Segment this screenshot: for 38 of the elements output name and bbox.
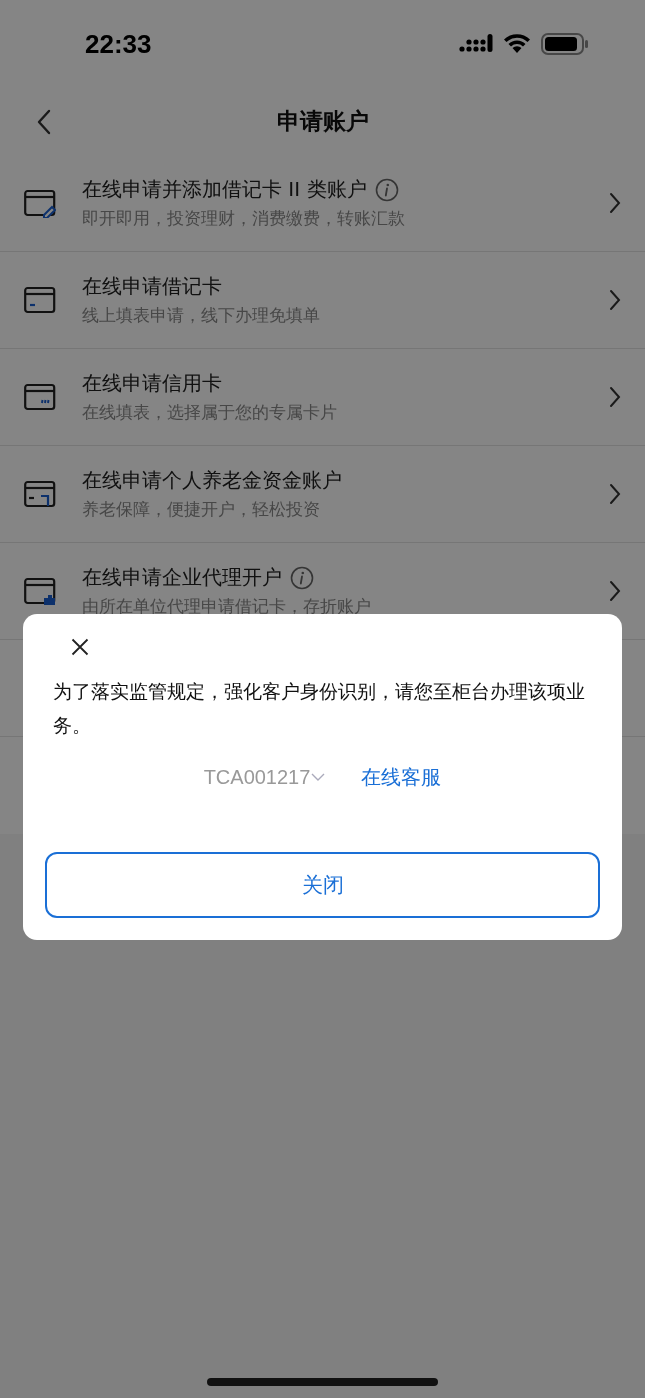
card-icon — [24, 382, 56, 412]
account-option[interactable]: 在线申请并添加借记卡 II 类账户 即开即用，投资理财，消费缴费，转账汇款 — [0, 155, 645, 252]
option-description: 由所在单位代理申请借记卡，存折账户 — [82, 595, 372, 618]
card-icon — [24, 285, 56, 315]
signal-icon — [459, 34, 493, 54]
page-title: 申请账户 — [276, 107, 369, 136]
option-description: 即开即用，投资理财，消费缴费，转账汇款 — [82, 207, 406, 230]
wifi-icon — [503, 34, 531, 54]
option-title: 在线申请借记卡 — [82, 273, 222, 300]
option-description: 在线填表，选择属于您的专属卡片 — [82, 401, 338, 424]
option-title: 在线申请并添加借记卡 II 类账户 — [82, 176, 367, 203]
status-time: 22:33 — [85, 28, 152, 60]
account-option[interactable]: 在线申请信用卡 在线填表，选择属于您的专属卡片 — [0, 349, 645, 446]
option-title: 在线申请企业代理开户 — [82, 564, 282, 591]
online-service-link[interactable]: 在线客服 — [361, 764, 442, 791]
chevron-icon — [609, 192, 621, 214]
info-icon[interactable] — [290, 565, 314, 590]
account-option[interactable]: 在线申请个人养老金资金账户 养老保障，便捷开户，轻松投资 — [0, 446, 645, 543]
chevron-icon — [609, 483, 621, 505]
chevron-icon — [609, 580, 621, 602]
close-icon[interactable] — [71, 638, 89, 656]
card-icon — [24, 479, 56, 509]
dialog-message: 为了落实监管规定，强化客户身份识别，请您至柜台办理该项业务。 — [53, 679, 586, 738]
chevron-icon — [609, 386, 621, 408]
chevron-icon — [609, 289, 621, 311]
account-option[interactable]: 在线申请借记卡 线上填表申请，线下办理免填单 — [0, 252, 645, 349]
option-description: 线上填表申请，线下办理免填单 — [82, 304, 321, 327]
option-description: 养老保障，便捷开户，轻松投资 — [82, 498, 321, 521]
option-title: 在线申请个人养老金资金账户 — [82, 467, 342, 494]
card-icon — [24, 576, 56, 606]
option-title: 在线申请信用卡 — [82, 370, 222, 397]
caret-icon[interactable] — [311, 773, 326, 782]
card-icon — [24, 188, 56, 218]
error-code: TCA001217 — [203, 766, 311, 789]
battery-icon — [541, 33, 589, 55]
info-icon[interactable] — [374, 177, 399, 202]
back-icon[interactable] — [37, 109, 51, 135]
close-button[interactable]: 关闭 — [45, 852, 600, 918]
